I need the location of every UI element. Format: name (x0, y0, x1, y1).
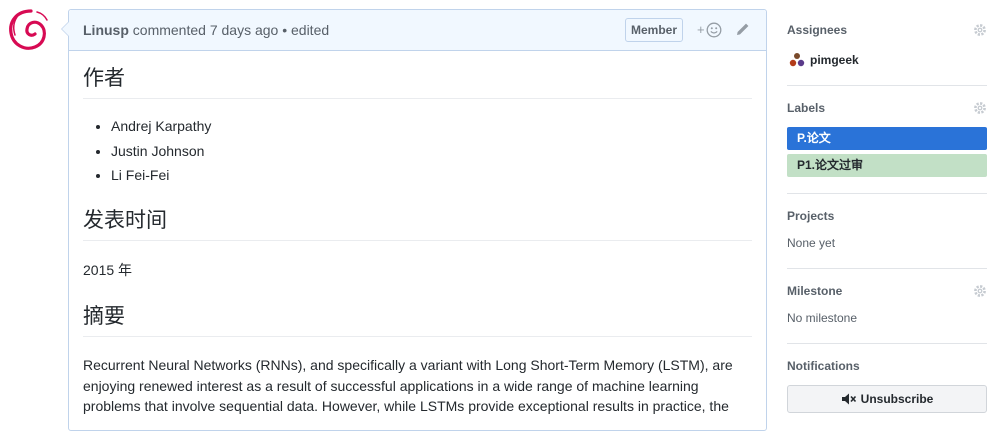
notifications-section: Notifications (787, 359, 987, 373)
unsubscribe-label: Unsubscribe (860, 392, 934, 406)
assignees-title: Assignees (787, 23, 848, 37)
list-item: Andrej Karpathy (111, 114, 211, 139)
divider (787, 343, 987, 344)
labels-title: Labels (787, 101, 826, 115)
gear-icon[interactable] (973, 101, 987, 115)
divider (787, 193, 987, 194)
heading-abstract: 摘要 (83, 304, 752, 337)
member-badge: Member (625, 18, 684, 42)
comment-caret-fill (55, 22, 69, 36)
label-p-paper[interactable]: P.论文 (787, 127, 987, 150)
author-list: Andrej Karpathy Justin Johnson Li Fei-Fe… (83, 114, 211, 188)
comment-header: Linusp commented 7 days ago • edited Mem… (69, 10, 766, 51)
list-item: Justin Johnson (111, 139, 211, 164)
published-year: 2015 年 (83, 262, 133, 278)
gear-icon[interactable] (973, 284, 987, 298)
milestone-title: Milestone (787, 284, 843, 298)
abstract-text: Recurrent Neural Networks (RNNs), and sp… (83, 357, 733, 414)
milestone-value: No milestone (787, 311, 858, 325)
comment-box: Linusp commented 7 days ago • edited Mem… (61, 9, 767, 431)
projects-value: None yet (787, 236, 836, 250)
comment-timestamp[interactable]: commented 7 days ago • edited (133, 22, 329, 38)
reaction-plus: + (697, 22, 705, 37)
notifications-title: Notifications (787, 359, 860, 373)
add-reaction-button[interactable]: + (697, 21, 725, 39)
labels-section: Labels (787, 101, 987, 115)
heading-published: 发表时间 (83, 208, 752, 241)
divider (787, 268, 987, 269)
smiley-icon (706, 22, 722, 38)
gear-icon[interactable] (973, 23, 987, 37)
assignee-row[interactable]: pimgeek (787, 52, 987, 68)
heading-authors: 作者 (83, 66, 752, 99)
pencil-icon (737, 23, 749, 35)
commenter-avatar[interactable] (3, 3, 55, 55)
edit-comment-button[interactable] (735, 21, 753, 39)
list-item: Li Fei-Fei (111, 163, 211, 188)
comment-meta: Linusp commented 7 days ago • edited (83, 22, 329, 38)
unsubscribe-button[interactable]: Unsubscribe (787, 385, 987, 413)
projects-section: Projects (787, 209, 987, 223)
divider (787, 85, 987, 86)
milestone-section: Milestone (787, 284, 987, 298)
mute-icon (841, 393, 856, 405)
assignees-section: Assignees (787, 23, 987, 37)
debian-swirl-icon (9, 9, 48, 50)
projects-title: Projects (787, 209, 835, 223)
label-p1-paper-review[interactable]: P1.论文过审 (787, 154, 987, 177)
assignee-name[interactable]: pimgeek (810, 53, 859, 67)
comment-author[interactable]: Linusp (83, 22, 129, 38)
assignee-avatar (789, 53, 805, 67)
